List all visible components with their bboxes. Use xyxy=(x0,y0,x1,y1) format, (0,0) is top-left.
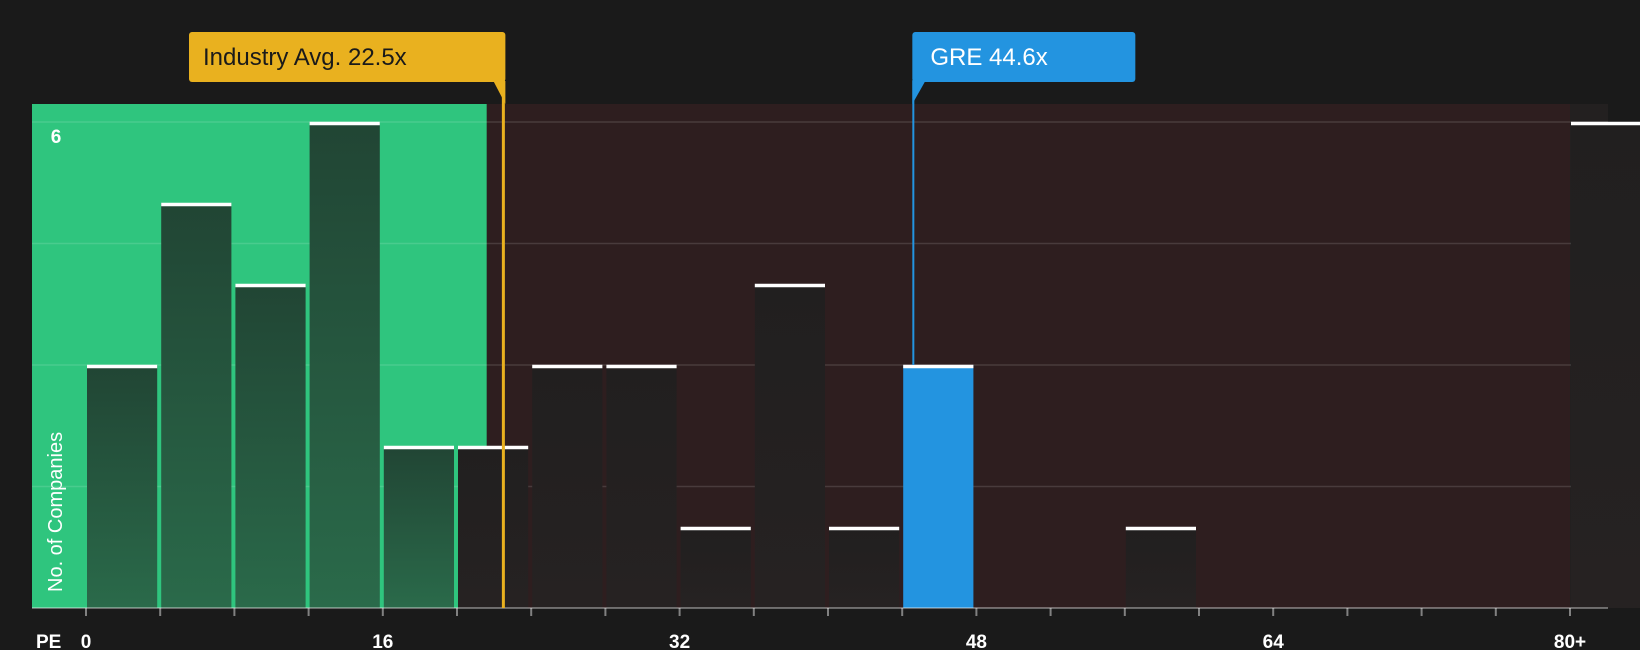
bar xyxy=(680,527,751,608)
pe-distribution-chart: 0 16 32 48 64 80+ 6 Industry Avg. 22.5x GRE 44.… xyxy=(0,0,1640,650)
industry-avg-pointer xyxy=(493,81,506,104)
bar xyxy=(87,365,158,608)
bar xyxy=(829,527,900,608)
bar xyxy=(161,203,232,608)
bar xyxy=(903,365,974,608)
x-tick-label: 32 xyxy=(669,632,690,650)
bar xyxy=(458,446,529,608)
chart-svg: 0 16 32 48 64 80+ 6 Industry Avg. 22.5x GRE 44.… xyxy=(32,32,1640,650)
x-axis-label: PE xyxy=(36,632,61,650)
x-tick-label: 0 xyxy=(81,632,92,650)
bar xyxy=(383,446,454,608)
bar xyxy=(1571,122,1640,608)
industry-avg-label: Industry Avg. 22.5x xyxy=(203,44,407,71)
bar xyxy=(754,284,825,608)
bar xyxy=(309,122,380,608)
bar xyxy=(532,365,603,608)
bar xyxy=(235,284,306,608)
x-tick-label: 48 xyxy=(966,632,987,650)
x-tick-label: 16 xyxy=(372,632,393,650)
y-tick-label: 6 xyxy=(51,127,62,148)
x-tick-label: 80+ xyxy=(1554,632,1586,650)
y-axis-label: No. of Companies xyxy=(45,432,67,592)
x-tick-label: 64 xyxy=(1263,632,1285,650)
company-label: GRE 44.6x xyxy=(930,44,1047,71)
bar xyxy=(606,365,677,608)
bar xyxy=(1125,527,1196,608)
